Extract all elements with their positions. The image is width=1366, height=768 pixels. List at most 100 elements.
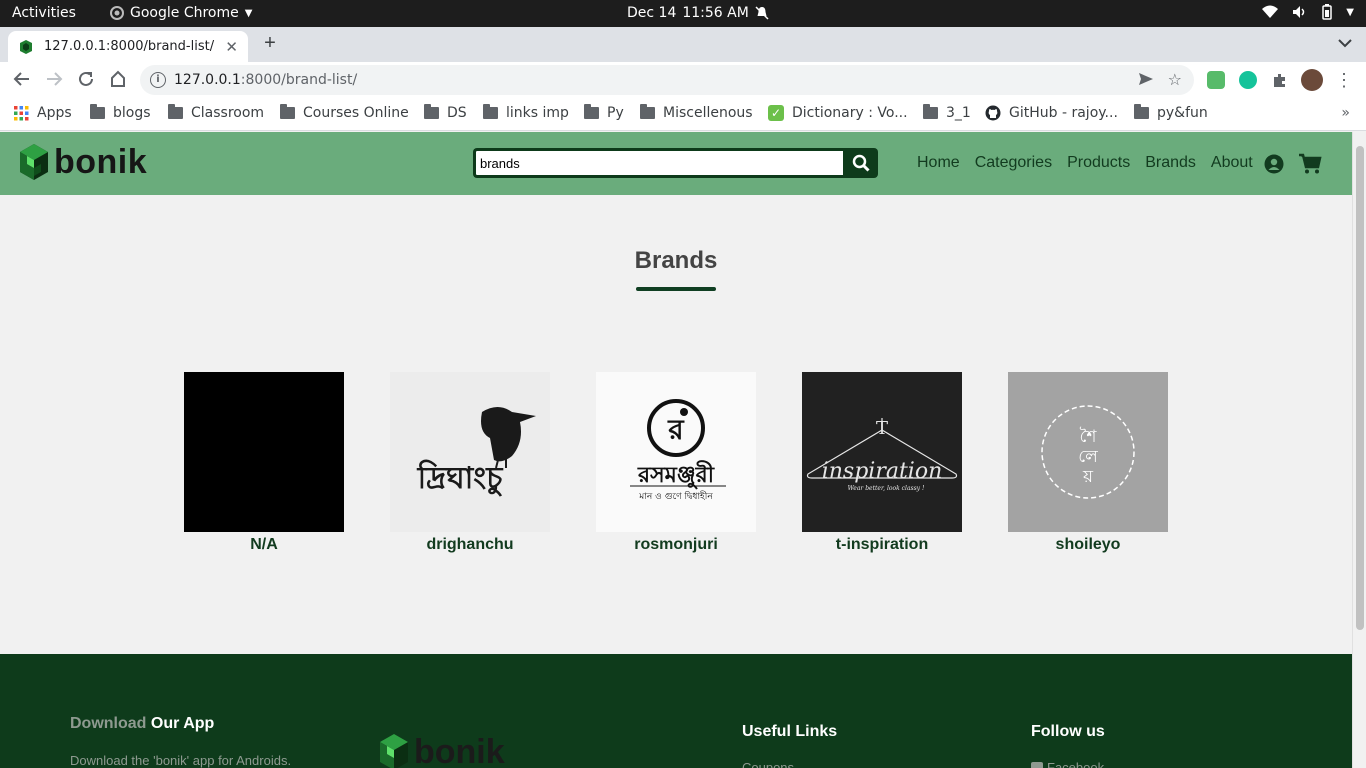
forward-button[interactable] [44,70,64,90]
chrome-menu-icon[interactable]: ⋮ [1334,70,1354,90]
profile-avatar[interactable] [1301,69,1323,91]
brand-card[interactable]: র রসমঞ্জুরী মান ও গুণে দ্বিধাহীন rosmonj… [596,372,756,553]
extension-mail-icon[interactable] [1207,71,1225,89]
bookmark-folder[interactable]: py&fun [1134,104,1208,121]
search-input[interactable] [473,148,843,178]
brand-logo-text: লে [1078,447,1098,467]
battery-icon [1322,4,1333,20]
download-app-heading: Download Our App [70,715,214,733]
nav-products[interactable]: Products [1067,154,1130,172]
brand-name[interactable]: drighanchu [380,536,560,554]
useful-links-heading: Useful Links [742,723,838,740]
brand-logo-image[interactable]: T inspiration Wear better, look classy ! [802,372,962,532]
brand-name[interactable]: t-inspiration [792,536,972,554]
caret-down-icon: ▼ [1346,6,1354,18]
bookmark-dictionary[interactable]: ✓ Dictionary : Vo... [768,105,908,121]
nav-categories[interactable]: Categories [975,154,1052,172]
coupons-link[interactable]: Coupons [742,760,794,768]
tab-close-icon[interactable]: ✕ [225,38,238,56]
folder-icon [424,104,439,119]
brand-logo-image[interactable]: শৈ লে য় [1008,372,1168,532]
clock[interactable]: Dec 14 11:56 AM [627,5,769,21]
back-button[interactable] [12,70,32,90]
bookmark-label: DS [447,105,467,121]
bookmark-label: Dictionary : Vo... [792,105,908,121]
bookmark-folder[interactable]: Classroom [168,104,264,121]
brand-card[interactable]: শৈ লে য় shoileyo [1008,372,1168,553]
bookmark-folder[interactable]: DS [424,104,467,121]
folder-icon [483,104,498,119]
reload-icon [79,71,93,86]
brand-name[interactable]: rosmonjuri [586,536,766,554]
brand-logo-image[interactable]: দ্রিঘাংচু [390,372,550,532]
search-icon [852,154,870,172]
page-scrollbar[interactable] [1352,132,1366,768]
brand-logo-text: য় [1082,467,1094,487]
new-tab-button[interactable]: + [259,32,281,54]
footer-logo-text: bonik [414,732,505,768]
system-tray[interactable]: ▼ [1262,4,1354,20]
main-nav: Home Categories Products Brands About [917,154,1253,172]
bookmarks-overflow-icon[interactable]: » [1341,105,1350,121]
nav-brands[interactable]: Brands [1145,154,1196,172]
folder-icon [90,104,105,119]
bookmark-folder[interactable]: links imp [483,104,569,121]
main-content: Brands N/A দ্রিঘাংচু drighanchu র রসমঞ্জ… [0,195,1352,654]
home-icon [111,70,125,87]
folder-icon [923,104,938,119]
brand-logo-image[interactable] [184,372,344,532]
brand-logo-image[interactable]: র রসমঞ্জুরী মান ও গুণে দ্বিধাহীন [596,372,756,532]
site-info-icon[interactable]: i [150,72,166,88]
facebook-label: Facebook [1047,760,1105,768]
caret-down-icon: ▼ [244,7,253,19]
cart-icon[interactable] [1298,153,1322,180]
title-underline [636,287,716,291]
search-button[interactable] [843,148,878,178]
bookmark-folder[interactable]: Py [584,104,624,121]
site-logo[interactable]: bonik [18,142,147,182]
facebook-link[interactable]: Facebook [1031,760,1104,768]
scrollbar-thumb[interactable] [1356,146,1364,630]
brand-name[interactable]: shoileyo [998,536,1178,554]
bookmark-folder[interactable]: 3_1 [923,104,971,121]
bookmark-star-icon[interactable]: ☆ [1168,70,1182,89]
download-description: Download the 'bonik' app for Androids. [70,753,292,768]
activities-button[interactable]: Activities [12,5,76,21]
bookmark-label: 3_1 [946,105,971,121]
tab-title: 127.0.0.1:8000/brand-list/ [44,39,215,54]
brand-name[interactable]: N/A [174,536,354,554]
bookmark-folder[interactable]: Courses Online [280,104,409,121]
send-tab-icon[interactable] [1138,71,1154,91]
bookmark-folder[interactable]: blogs [90,104,151,121]
footer-logo[interactable]: bonik [378,732,505,768]
date: Dec 14 [627,5,677,21]
reload-button[interactable] [76,70,96,90]
browser-tab[interactable]: 127.0.0.1:8000/brand-list/ ✕ [8,31,248,62]
grammarly-icon[interactable] [1239,71,1257,89]
brand-card[interactable]: T inspiration Wear better, look classy !… [802,372,962,553]
notifications-off-icon [755,6,769,20]
apps-grid-icon [14,105,29,120]
app-menu[interactable]: Google Chrome ▼ [110,5,252,21]
tab-search-icon[interactable] [1338,35,1352,53]
address-bar[interactable]: i 127.0.0.1:8000/brand-list/ ☆ [140,65,1194,95]
user-account-icon[interactable] [1264,154,1284,179]
folder-icon [168,104,183,119]
facebook-icon [1031,761,1043,768]
brand-card[interactable]: N/A [184,372,344,553]
home-button[interactable] [108,70,128,90]
bookmark-github[interactable]: GitHub - rajoy... [985,105,1118,121]
nav-home[interactable]: Home [917,154,960,172]
bookmark-label: Courses Online [303,105,409,121]
brand-card[interactable]: দ্রিঘাংচু drighanchu [390,372,550,553]
folder-icon [1134,104,1149,119]
volume-icon [1293,6,1305,18]
page-title: Brands [634,247,718,274]
brand-logo-letter: T [876,418,888,439]
github-icon [985,105,1001,121]
extensions-puzzle-icon[interactable] [1271,71,1289,89]
forward-arrow-icon [47,72,63,86]
bookmark-folder[interactable]: Miscellenous [640,104,753,121]
nav-about[interactable]: About [1211,154,1253,172]
bookmark-apps[interactable]: Apps [14,105,72,121]
